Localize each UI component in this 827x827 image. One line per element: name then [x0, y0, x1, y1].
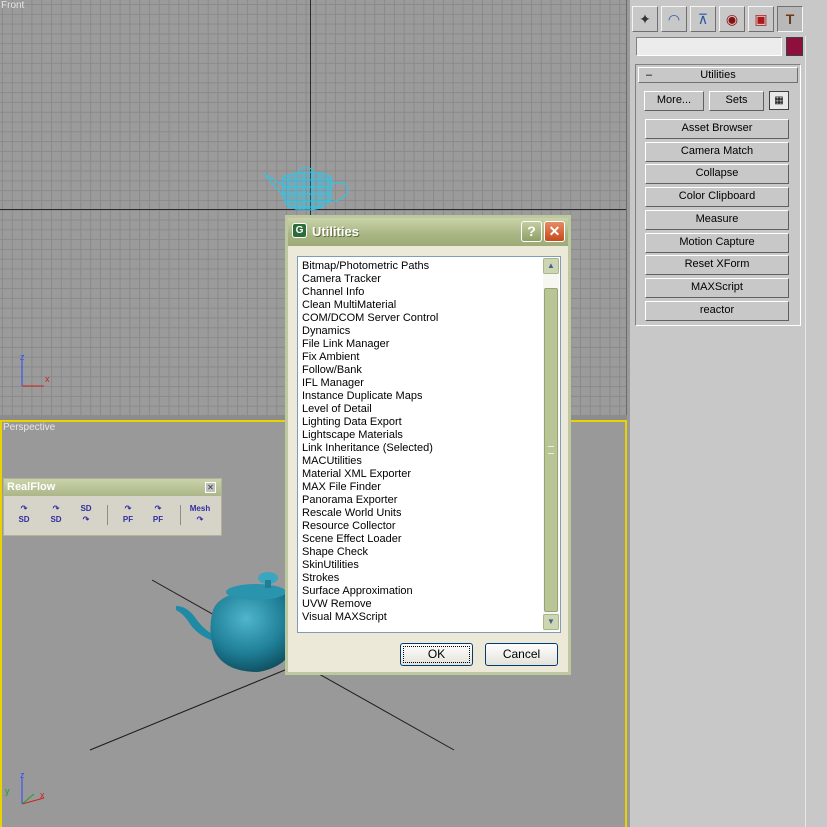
motion-icon: ◉	[725, 10, 739, 27]
front-axis-x-label: x	[45, 374, 50, 384]
front-axis-z-label: z	[20, 352, 25, 362]
list-item[interactable]: COM/DCOM Server Control	[302, 312, 438, 325]
list-item[interactable]: IFL Manager	[302, 377, 438, 390]
list-item[interactable]: Strokes	[302, 572, 438, 585]
list-item[interactable]: Camera Tracker	[302, 273, 438, 286]
utility-button-color-clipboard[interactable]: Color Clipboard	[645, 187, 789, 207]
display-tab[interactable]: ▣	[748, 6, 774, 32]
command-panel: ✦ ◠ ⊼ ◉ ▣ T – Utilities More... Sets ▦ A…	[630, 0, 827, 827]
list-item[interactable]: Instance Duplicate Maps	[302, 390, 438, 403]
list-item[interactable]: Shape Check	[302, 546, 438, 559]
utility-button-reactor[interactable]: reactor	[645, 301, 789, 321]
utilities-dialog: G Utilities ? ✕ Bitmap/Photometric Paths…	[285, 215, 571, 675]
list-item[interactable]: File Link Manager	[302, 338, 438, 351]
modify-icon: ◠	[667, 10, 681, 27]
create-tab[interactable]: ✦	[632, 6, 658, 32]
help-button[interactable]: ?	[521, 221, 542, 242]
utility-button-asset-browser[interactable]: Asset Browser	[645, 119, 789, 139]
realflow-separator	[180, 505, 181, 525]
list-item[interactable]: Fix Ambient	[302, 351, 438, 364]
object-color-swatch[interactable]	[786, 37, 803, 56]
rollout-collapse-icon: –	[646, 69, 653, 81]
display-icon: ▣	[754, 10, 768, 27]
list-item[interactable]: Rescale World Units	[302, 507, 438, 520]
utility-button-motion-capture[interactable]: Motion Capture	[645, 233, 789, 253]
list-item[interactable]: Dynamics	[302, 325, 438, 338]
utility-button-reset-xform[interactable]: Reset XForm	[645, 255, 789, 275]
dialog-title: Utilities	[312, 224, 359, 239]
list-item[interactable]: Level of Detail	[302, 403, 438, 416]
perspective-axis-x-label: x	[40, 790, 45, 800]
list-item[interactable]: Lightscape Materials	[302, 429, 438, 442]
3dsmax-app-icon: G	[292, 223, 307, 238]
list-item[interactable]: Panorama Exporter	[302, 494, 438, 507]
list-item[interactable]: Bitmap/Photometric Paths	[302, 260, 438, 273]
list-item[interactable]: UVW Remove	[302, 598, 438, 611]
rollout-title: Utilities	[700, 69, 736, 81]
cancel-button[interactable]: Cancel	[485, 643, 558, 666]
panel-scrollbar-track[interactable]	[805, 36, 824, 827]
realflow-close-button[interactable]: ✕	[205, 482, 216, 493]
list-item[interactable]: Channel Info	[302, 286, 438, 299]
utilities-rollout-header[interactable]: – Utilities	[638, 67, 798, 83]
list-scrollbar[interactable]: ▲ ▼	[543, 258, 559, 631]
utilities-list-items: Bitmap/Photometric Paths Camera Tracker Ch…	[302, 260, 438, 624]
perspective-axis-y-label: y	[5, 786, 10, 796]
list-item[interactable]: Scene Effect Loader	[302, 533, 438, 546]
list-item[interactable]: Lighting Data Export	[302, 416, 438, 429]
realflow-separator	[107, 505, 108, 525]
configure-button-sets-icon[interactable]: ▦	[769, 91, 789, 110]
utility-button-measure[interactable]: Measure	[645, 210, 789, 230]
modify-tab[interactable]: ◠	[661, 6, 687, 32]
object-name-field[interactable]	[636, 37, 782, 56]
close-button[interactable]: ✕	[544, 221, 565, 242]
create-icon: ✦	[639, 10, 651, 27]
list-item[interactable]: Visual MAXScript	[302, 611, 438, 624]
realflow-title[interactable]: RealFlow	[4, 479, 221, 496]
motion-tab[interactable]: ◉	[719, 6, 745, 32]
utility-button-maxscript[interactable]: MAXScript	[645, 278, 789, 298]
realflow-pf-button-1[interactable]: ↷ PF	[116, 503, 140, 527]
realflow-sd-button-1[interactable]: ↷ SD	[12, 503, 36, 527]
utilities-icon: T	[785, 11, 795, 27]
ok-button[interactable]: OK	[400, 643, 473, 666]
realflow-sd-button-3[interactable]: SD ↷	[74, 503, 98, 527]
wireframe-teapot[interactable]	[258, 160, 354, 216]
command-panel-tabs: ✦ ◠ ⊼ ◉ ▣ T	[630, 4, 827, 32]
realflow-toolbar[interactable]: RealFlow ✕ ↷ SD ↷ SD SD ↷ ↷ PF ↷ PF Mesh ↷	[3, 478, 222, 536]
realflow-sd-button-2[interactable]: ↷ SD	[44, 503, 68, 527]
sets-button[interactable]: Sets	[709, 91, 764, 111]
front-viewport-label[interactable]: Front	[1, 0, 24, 11]
list-item[interactable]: Surface Approximation	[302, 585, 438, 598]
scroll-down-icon[interactable]: ▼	[543, 614, 559, 630]
list-item[interactable]: Material XML Exporter	[302, 468, 438, 481]
hierarchy-icon: ⊼	[697, 10, 709, 27]
list-item[interactable]: Clean MultiMaterial	[302, 299, 438, 312]
utility-button-camera-match[interactable]: Camera Match	[645, 142, 789, 162]
perspective-axis-z-label: z	[20, 770, 25, 780]
list-item[interactable]: MAX File Finder	[302, 481, 438, 494]
perspective-axis-tripod	[21, 778, 45, 805]
list-item[interactable]: Link Inheritance (Selected)	[302, 442, 438, 455]
list-item[interactable]: MACUtilities	[302, 455, 438, 468]
realflow-pf-button-2[interactable]: ↷ PF	[146, 503, 170, 527]
list-item[interactable]: SkinUtilities	[302, 559, 438, 572]
list-item[interactable]: Resource Collector	[302, 520, 438, 533]
more-button[interactable]: More...	[644, 91, 704, 111]
list-item[interactable]: Follow/Bank	[302, 364, 438, 377]
scroll-thumb[interactable]	[544, 288, 558, 612]
utilities-tab[interactable]: T	[777, 6, 803, 32]
realflow-mesh-button[interactable]: Mesh ↷	[186, 503, 214, 527]
utility-button-collapse[interactable]: Collapse	[645, 164, 789, 184]
hierarchy-tab[interactable]: ⊼	[690, 6, 716, 32]
scroll-up-icon[interactable]: ▲	[543, 258, 559, 274]
utilities-list[interactable]: Bitmap/Photometric Paths Camera Tracker Ch…	[297, 256, 561, 633]
